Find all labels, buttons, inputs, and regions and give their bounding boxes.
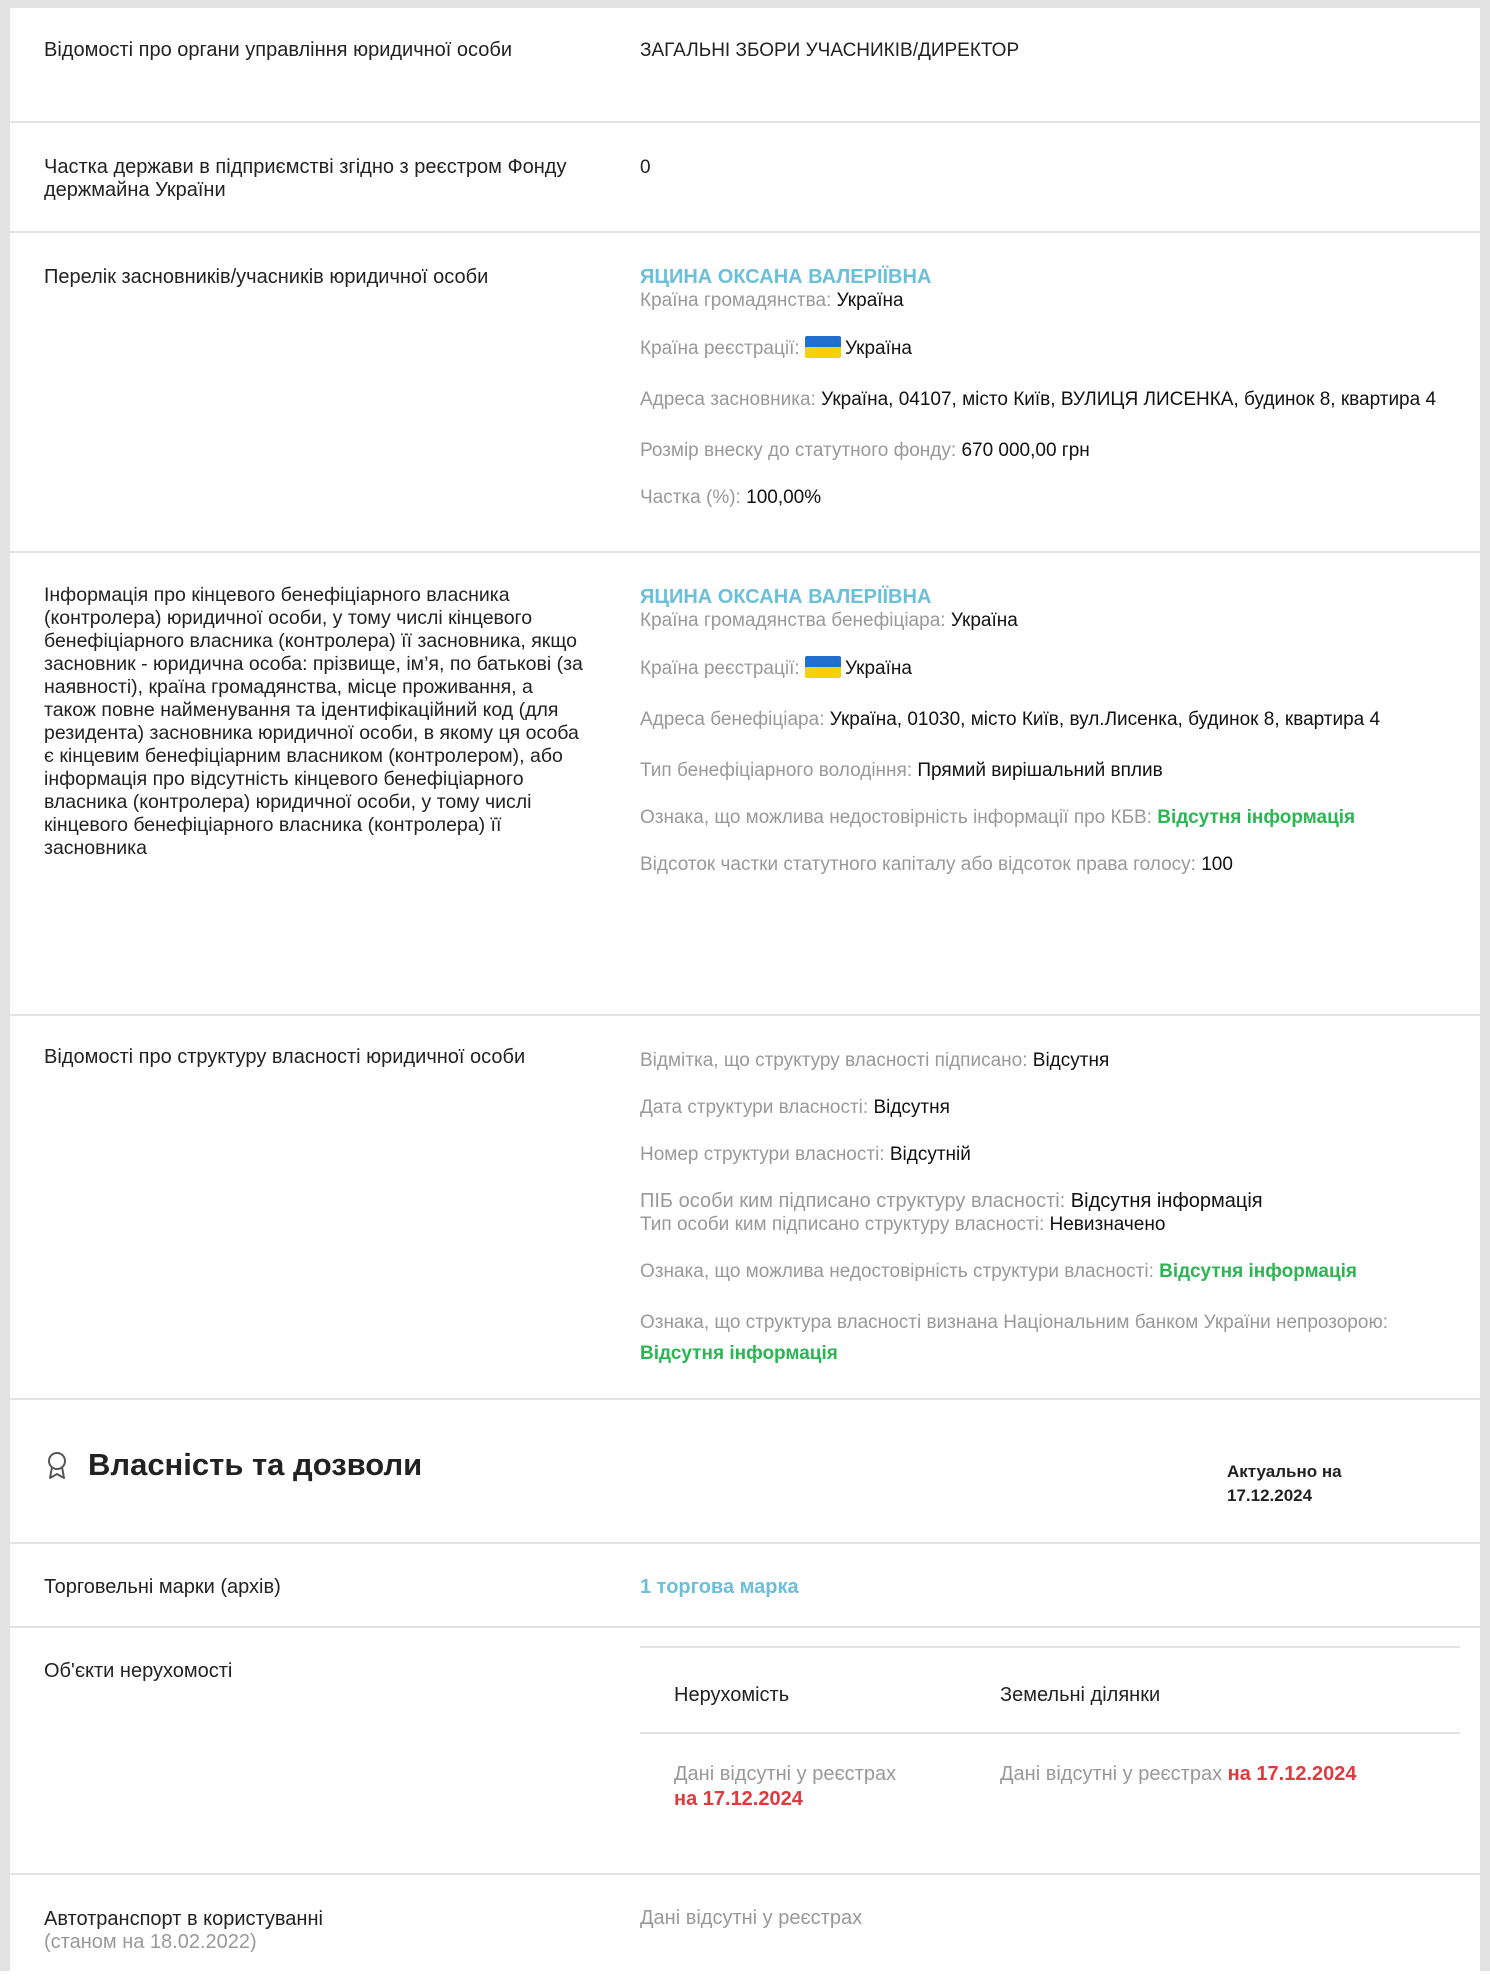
field-label: Номер структури власності: [640, 1144, 885, 1165]
vehicles-sub: (станом на 18.02.2022) [44, 1931, 257, 1953]
field-value: Україна [844, 658, 912, 679]
row-vehicles: Автотранспорт в користуванні (станом на … [10, 1875, 1480, 1985]
founder-name-link[interactable]: ЯЦИНА ОКСАНА ВАЛЕРІЇВНА [640, 265, 1456, 289]
row-management: Відомості про органи управління юридично… [10, 8, 1480, 123]
field-value: 100 [1201, 854, 1233, 875]
row-beneficiary: Інформація про кінцевого бенефіціарного … [10, 553, 1480, 1016]
field-label: Відсоток частки статутного капіталу або … [640, 854, 1196, 875]
table-header: Нерухомість Земельні ділянки [640, 1648, 1460, 1734]
row-value: ЗАГАЛЬНІ ЗБОРИ УЧАСНИКІВ/ДИРЕКТОР [640, 40, 1020, 61]
date-value: на 17.12.2024 [1227, 1763, 1357, 1785]
actual-label: Актуально на [1227, 1462, 1342, 1481]
field-value: Відсутня [873, 1097, 950, 1118]
status-value: Відсутня інформація [1159, 1261, 1357, 1282]
field-value: 670 000,00 грн [961, 440, 1090, 461]
actual-date: 17.12.2024 [1227, 1486, 1313, 1505]
field-label: Країна громадянства: [640, 290, 832, 311]
empty-text: Дані відсутні у реєстрах [674, 1763, 897, 1785]
trademarks-link[interactable]: 1 торгова марка [640, 1576, 799, 1598]
row-value: Дані відсутні у реєстрах [640, 1907, 863, 1929]
row-state-share: Частка держави в підприємстві згідно з р… [10, 123, 1480, 233]
real-estate-table: Нерухомість Земельні ділянки Дані відсут… [640, 1646, 1460, 1834]
land-plots-cell: Дані відсутні у реєстрах на 17.12.2024 [1000, 1762, 1460, 1787]
field-label: Відмітка, що структуру власності підписа… [640, 1050, 1028, 1071]
field-label: Ознака, що можлива недостовірність струк… [640, 1261, 1154, 1282]
row-founders: Перелік засновників/учасників юридичної … [10, 233, 1480, 553]
tab-real-estate: Нерухомість [674, 1684, 790, 1706]
award-icon [48, 1452, 66, 1479]
field-label: ПІБ особи ким підписано структуру власно… [640, 1190, 1066, 1212]
field-value: Відсутній [889, 1144, 971, 1165]
field-label: Тип бенефіціарного володіння: [640, 760, 913, 781]
field-label: Розмір внеску до статутного фонду: [640, 440, 957, 461]
actual-date-block: Актуально на 17.12.2024 [1227, 1460, 1387, 1508]
field-label: Дата структури власності: [640, 1097, 869, 1118]
field-value: Відсутня інформація [1070, 1190, 1263, 1212]
row-label: Відомості про органи управління юридично… [44, 39, 513, 61]
row-label: Перелік засновників/учасників юридичної … [44, 266, 489, 288]
field-value: Україна [836, 290, 904, 311]
field-label: Ознака, що можлива недостовірність інфор… [640, 807, 1153, 828]
field-label: Країна громадянства бенефіціара: [640, 610, 946, 631]
company-details-panel: Відомості про органи управління юридично… [0, 0, 1490, 1971]
row-label: Відомості про структуру власності юридич… [44, 1046, 526, 1068]
field-value: Україна [844, 338, 912, 359]
field-value: Відсутня [1032, 1050, 1110, 1071]
founder-details: ЯЦИНА ОКСАНА ВАЛЕРІЇВНА Країна громадянс… [640, 265, 1456, 509]
field-label: Адреса бенефіціара: [640, 709, 825, 730]
section-title-text: Власність та дозволи [88, 1447, 423, 1482]
status-value: Відсутня інформація [1157, 807, 1356, 828]
tab-land-plots: Земельні ділянки [1000, 1684, 1161, 1706]
field-label: Адреса засновника: [640, 389, 816, 410]
row-value: 0 [640, 157, 651, 178]
field-label: Тип особи ким підписано структуру власно… [640, 1214, 1045, 1235]
field-label: Країна реєстрації: [640, 658, 800, 679]
table-row: Дані відсутні у реєстрах на 17.12.2024 Д… [640, 1734, 1460, 1834]
row-label: Торговельні марки (архів) [44, 1576, 281, 1598]
field-value: Україна, 04107, місто Київ, ВУЛИЦЯ ЛИСЕН… [821, 389, 1437, 410]
field-label: Ознака, що структура власності визнана Н… [640, 1312, 1388, 1333]
vehicles-label: Автотранспорт в користуванні [44, 1908, 323, 1930]
row-label: Інформація про кінцевого бенефіціарного … [44, 584, 583, 859]
field-value: Україна, 01030, місто Київ, вул.Лисенка,… [829, 709, 1381, 730]
row-label: Автотранспорт в користуванні (станом на … [44, 1908, 584, 1954]
row-label: Частка держави в підприємстві згідно з р… [44, 156, 567, 201]
field-value: 100,00% [746, 487, 822, 508]
real-estate-cell: Дані відсутні у реєстрах на 17.12.2024 [674, 1762, 964, 1812]
field-label: Частка (%): [640, 487, 741, 508]
row-label: Об'єкти нерухомості [44, 1660, 233, 1682]
row-trademarks: Торговельні марки (архів) 1 торгова марк… [10, 1544, 1480, 1628]
date-value: на 17.12.2024 [674, 1788, 803, 1810]
section-title: Власність та дозволи [44, 1447, 422, 1483]
beneficiary-name-link[interactable]: ЯЦИНА ОКСАНА ВАЛЕРІЇВНА [640, 585, 1456, 609]
field-label: Країна реєстрації: [640, 338, 800, 359]
field-value: Невизначено [1049, 1214, 1166, 1235]
empty-text: Дані відсутні у реєстрах [1000, 1763, 1223, 1785]
status-value: Відсутня інформація [640, 1343, 838, 1364]
ukraine-flag-icon [804, 336, 841, 358]
field-value: Україна [950, 610, 1018, 631]
ukraine-flag-icon [804, 656, 841, 678]
beneficiary-details: ЯЦИНА ОКСАНА ВАЛЕРІЇВНА Країна громадянс… [640, 585, 1456, 876]
row-ownership-structure: Відомості про структуру власності юридич… [10, 1016, 1480, 1400]
ownership-details: Відмітка, що структуру власності підписа… [640, 1049, 1456, 1369]
field-value: Прямий вирішальний вплив [917, 760, 1163, 781]
